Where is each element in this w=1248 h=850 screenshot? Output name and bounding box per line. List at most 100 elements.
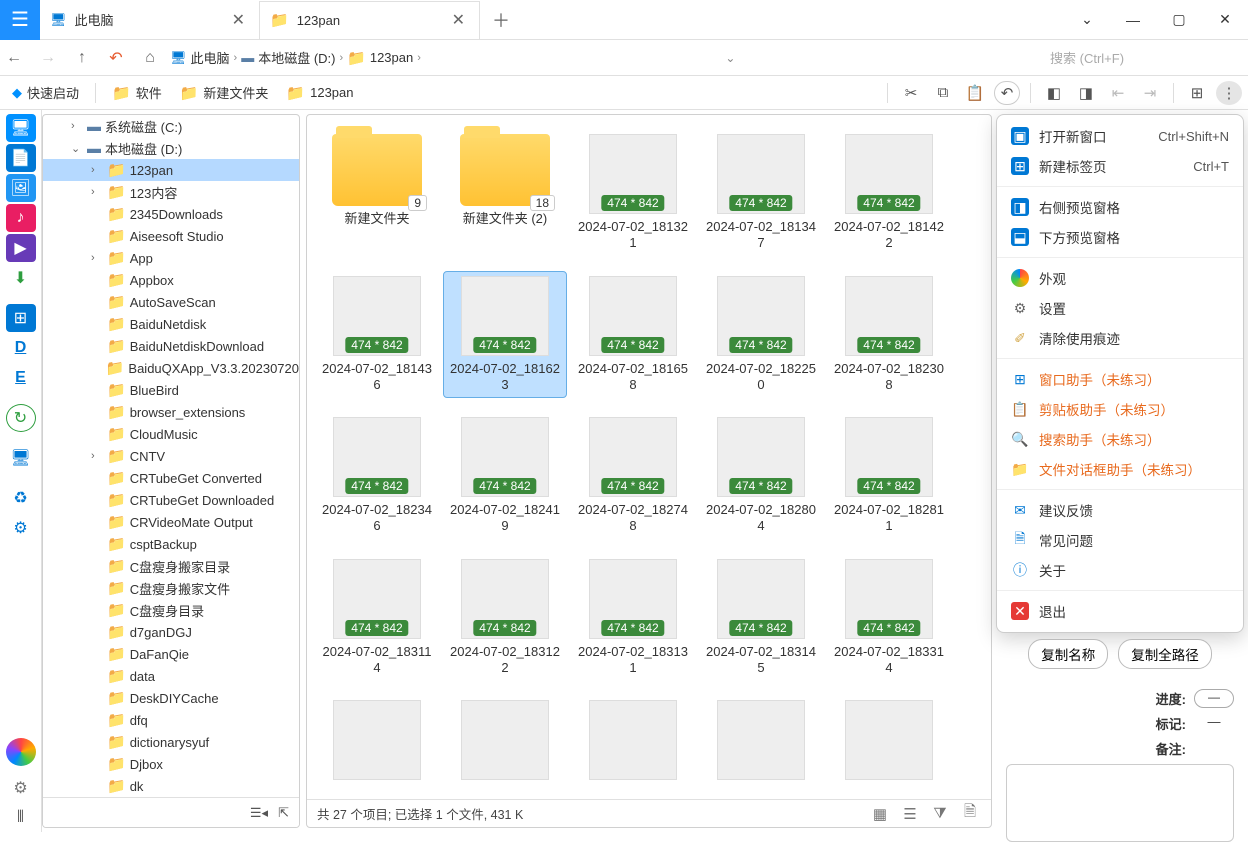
copy-path-button[interactable]: 复制全路径 [1118, 639, 1212, 669]
undo-pill-icon[interactable]: ↶ [994, 81, 1020, 105]
tree-folder[interactable]: 📁C盘瘦身搬家文件 [43, 577, 299, 599]
chevron-down-icon[interactable]: ⌄ [1064, 0, 1110, 40]
menu-window-helper[interactable]: ⊞窗口助手（未练习） [997, 364, 1243, 394]
tree-folder[interactable]: 📁dictionarysyuf [43, 731, 299, 753]
image-item[interactable]: 474 * 8422024-07-02_183314 [827, 554, 951, 682]
tree-folder[interactable]: ›📁CNTV [43, 445, 299, 467]
bookmark-item[interactable]: 📁新建文件夹 [174, 81, 275, 104]
copy-name-button[interactable]: 复制名称 [1028, 639, 1108, 669]
image-item[interactable]: 474 * 8422024-07-02_181321 [571, 129, 695, 257]
image-item[interactable]: 474 * 8422024-07-02_182748 [571, 412, 695, 540]
filter-icon[interactable]: ⧩ [929, 805, 951, 822]
menu-feedback[interactable]: ✉建议反馈 [997, 495, 1243, 525]
close-icon[interactable]: ✕ [228, 10, 249, 30]
search-input[interactable]: 搜索 (Ctrl+F) [1040, 48, 1240, 67]
tree-folder[interactable]: 📁DaFanQie [43, 643, 299, 665]
tree-folder[interactable]: 📁CRVideoMate Output [43, 511, 299, 533]
image-item[interactable] [315, 695, 439, 785]
tree-folder[interactable]: 📁C盘瘦身搬家目录 [43, 555, 299, 577]
menu-appearance[interactable]: 外观 [997, 263, 1243, 293]
image-item[interactable]: 474 * 8422024-07-02_181422 [827, 129, 951, 257]
tree-folder[interactable]: 📁C盘瘦身目录 [43, 599, 299, 621]
menu-settings[interactable]: ⚙设置 [997, 293, 1243, 323]
tree-folder[interactable]: 📁Aiseesoft Studio [43, 225, 299, 247]
chevron-right-icon[interactable]: › [91, 164, 103, 176]
image-item[interactable]: 474 * 8422024-07-02_182308 [827, 271, 951, 399]
tree-collapse-icon[interactable]: ☰◂ [250, 805, 268, 821]
tree-folder[interactable]: 📁dfq [43, 709, 299, 731]
rail-drive-e-icon[interactable]: E [6, 364, 36, 392]
close-icon[interactable]: ✕ [448, 10, 469, 30]
menu-about[interactable]: ⓘ关于 [997, 555, 1243, 585]
menu-preview-bottom[interactable]: ⬓下方预览窗格 [997, 222, 1243, 252]
tree-folder[interactable]: 📁dk [43, 775, 299, 797]
image-item[interactable] [443, 695, 567, 785]
chevron-right-icon[interactable]: › [417, 52, 421, 64]
panel-collapse-right-icon[interactable]: ⇥ [1137, 81, 1163, 105]
view-icons-icon[interactable]: ▦ [869, 805, 891, 823]
bookmark-item[interactable]: 📁123pan [280, 82, 359, 104]
chevron-right-icon[interactable]: › [71, 120, 83, 132]
tree-folder[interactable]: 📁BaiduNetdisk [43, 313, 299, 335]
tree-folder[interactable]: 📁DeskDIYCache [43, 687, 299, 709]
menu-hamburger-button[interactable]: ☰ [0, 0, 40, 40]
cut-icon[interactable]: ✂ [898, 81, 924, 105]
close-button[interactable]: ✕ [1202, 0, 1248, 40]
tab-this-pc[interactable]: 🖥 此电脑 ✕ [40, 1, 260, 39]
menu-new-window[interactable]: ▣打开新窗口Ctrl+Shift+N [997, 121, 1243, 151]
rail-videos-icon[interactable]: ▶ [6, 234, 36, 262]
chevron-right-icon[interactable]: › [91, 450, 103, 462]
image-item[interactable]: 474 * 8422024-07-02_181347 [699, 129, 823, 257]
image-item[interactable]: 474 * 8422024-07-02_182811 [827, 412, 951, 540]
menu-preview-right[interactable]: ◨右侧预览窗格 [997, 192, 1243, 222]
rail-pictures-icon[interactable]: 🖼 [6, 174, 36, 202]
paste-icon[interactable]: 📋 [962, 81, 988, 105]
maximize-button[interactable]: ▢ [1156, 0, 1202, 40]
more-menu-button[interactable]: ⋮ [1216, 81, 1242, 105]
tab-123pan[interactable]: 📁 123pan ✕ [260, 1, 480, 39]
tree-expand-icon[interactable]: ⇱ [278, 805, 289, 821]
breadcrumb-item[interactable]: 本地磁盘 (D:) [258, 48, 335, 67]
image-item[interactable]: 474 * 8422024-07-02_183114 [315, 554, 439, 682]
rail-monitor-icon[interactable]: 🖥 [6, 444, 36, 472]
image-item[interactable]: 474 * 8422024-07-02_182346 [315, 412, 439, 540]
menu-search-helper[interactable]: 🔍搜索助手（未练习） [997, 424, 1243, 454]
chevron-right-icon[interactable]: › [339, 52, 343, 64]
rail-color-icon[interactable] [6, 738, 36, 766]
rail-music-icon[interactable]: ♪ [6, 204, 36, 232]
rail-recycle-icon[interactable]: ♻ [6, 484, 36, 512]
tree-folder[interactable]: 📁browser_extensions [43, 401, 299, 423]
apps-icon[interactable]: ⊞ [1184, 81, 1210, 105]
up-button[interactable]: ↑ [68, 44, 96, 72]
rail-recent-icon[interactable]: ↻ [6, 404, 36, 432]
chevron-right-icon[interactable]: › [91, 252, 103, 264]
view-list-icon[interactable]: ☰ [899, 805, 921, 823]
tree-folder[interactable]: 📁AutoSaveScan [43, 291, 299, 313]
bookmark-item[interactable]: 📁软件 [106, 81, 168, 104]
tree-folder[interactable]: ›📁123pan [43, 159, 299, 181]
panel-left-icon[interactable]: ◧ [1041, 81, 1067, 105]
rail-control-icon[interactable]: ⚙ [6, 514, 36, 542]
image-item[interactable]: 474 * 8422024-07-02_183131 [571, 554, 695, 682]
tree-folder[interactable]: 📁BaiduNetdiskDownload [43, 335, 299, 357]
file-grid[interactable]: 9新建文件夹18新建文件夹 (2)474 * 8422024-07-02_181… [307, 115, 991, 799]
image-item[interactable] [571, 695, 695, 785]
panel-collapse-left-icon[interactable]: ⇤ [1105, 81, 1131, 105]
menu-new-tab[interactable]: ⊞新建标签页Ctrl+T [997, 151, 1243, 181]
tree-folder[interactable]: ›📁App [43, 247, 299, 269]
back-button[interactable]: ← [0, 44, 28, 72]
copy-icon[interactable]: ⧉ [930, 81, 956, 105]
tree-folder[interactable]: ›📁123内容 [43, 181, 299, 203]
details-icon[interactable]: 🗎 [959, 801, 981, 826]
image-item[interactable]: 474 * 8422024-07-02_182804 [699, 412, 823, 540]
chevron-right-icon[interactable]: › [91, 186, 103, 198]
image-item[interactable] [699, 695, 823, 785]
tree-folder[interactable]: 📁BaiduQXApp_V3.3.20230720 [43, 357, 299, 379]
image-item[interactable]: 474 * 8422024-07-02_183145 [699, 554, 823, 682]
quick-launch[interactable]: ◆ 快速启动 [6, 81, 85, 104]
rail-downloads-icon[interactable]: ⬇ [6, 264, 36, 292]
new-tab-button[interactable]: ＋ [480, 7, 522, 33]
folder-item[interactable]: 9新建文件夹 [315, 129, 439, 257]
tree-drive[interactable]: ›▬系统磁盘 (C:) [43, 115, 299, 137]
image-item[interactable]: 474 * 8422024-07-02_183122 [443, 554, 567, 682]
